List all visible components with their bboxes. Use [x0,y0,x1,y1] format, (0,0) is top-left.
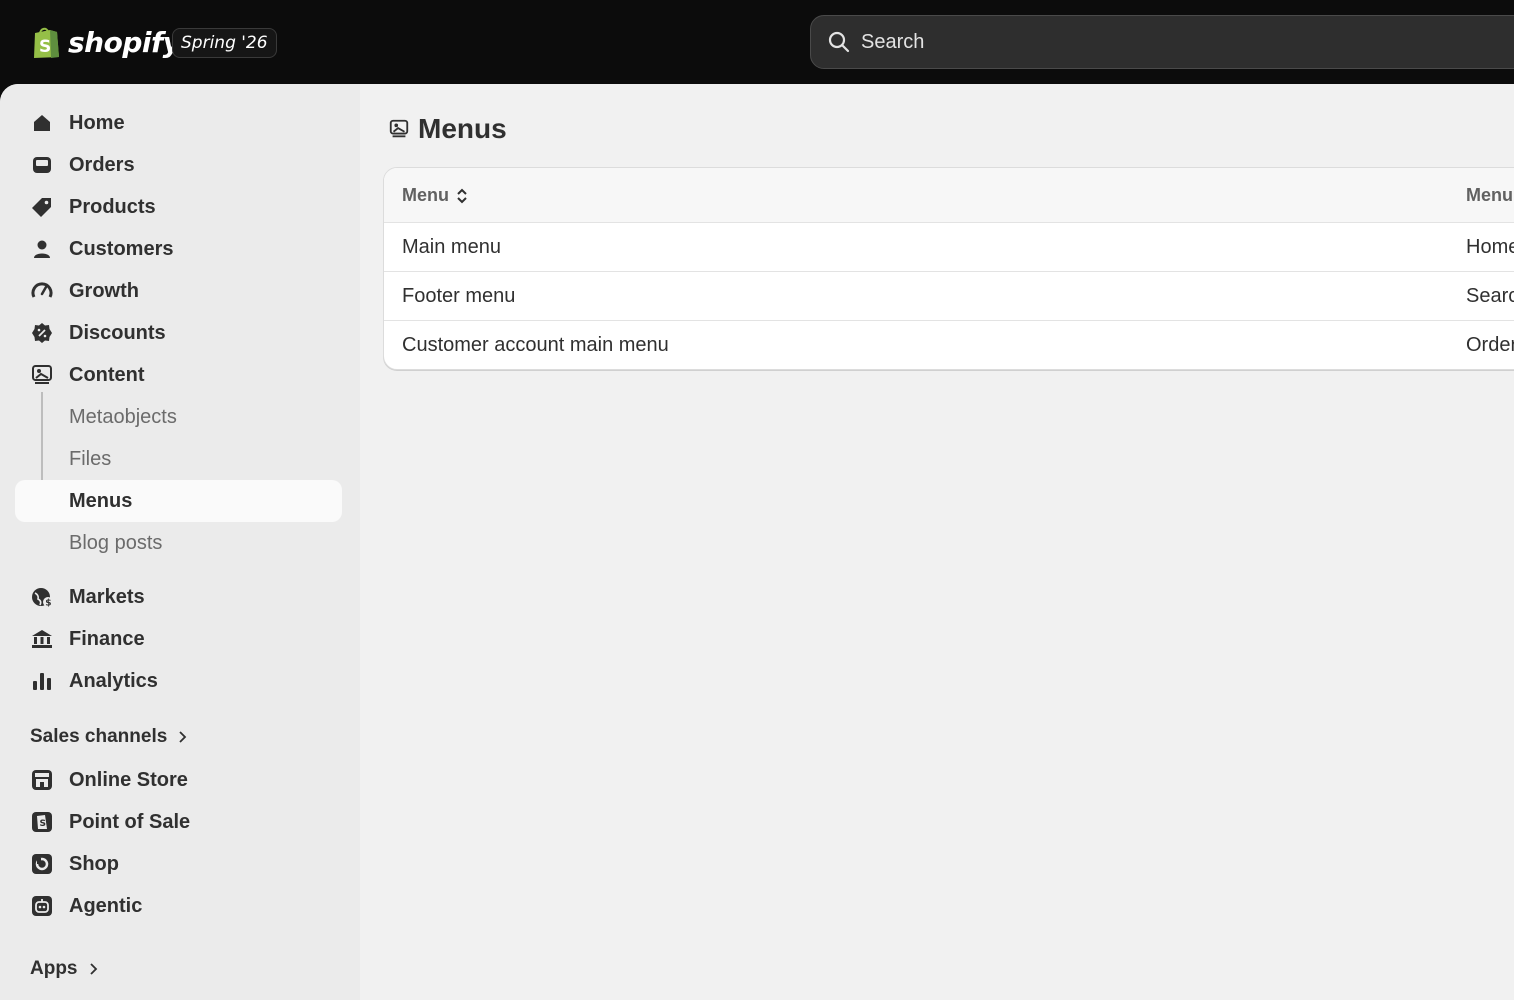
sidebar-item-label: Finance [69,628,145,650]
content-image-icon [32,365,52,384]
table-row[interactable]: Footer menu Search [384,272,1514,321]
sidebar-item-home[interactable]: Home [15,102,342,144]
sidebar-item-growth[interactable]: Growth [15,270,342,312]
sidebar-item-shop[interactable]: Shop [15,843,342,885]
sidebar-item-markets[interactable]: $ Markets [15,576,342,618]
sidebar-item-label: Menus [69,490,133,512]
person-icon [34,240,50,258]
sidebar-item-point-of-sale[interactable]: S Point of Sale [15,801,342,843]
brand-wordmark: shopify [68,25,181,59]
top-bar: S shopify Spring '26 Search [0,0,1514,84]
sidebar-item-agentic[interactable]: Agentic [15,885,342,927]
chevron-right-icon [179,731,187,743]
storefront-icon [32,770,52,790]
shopify-bag-icon: S [30,25,62,59]
sidebar-item-label: Content [69,364,145,386]
apps-label: Apps [30,958,78,979]
search-icon [828,31,850,53]
sidebar-item-discounts[interactable]: Discounts [15,312,342,354]
edition-badge[interactable]: Spring '26 [172,28,277,58]
sidebar-item-label: Shop [69,853,119,875]
sales-channels-label: Sales channels [30,726,168,747]
discount-badge-icon [32,323,52,343]
sidebar-item-label: Markets [69,586,145,608]
agentic-icon [32,896,52,916]
sidebar-item-label: Metaobjects [69,406,177,428]
sidebar-item-menus[interactable]: Menus [15,480,342,522]
svg-text:S: S [39,37,51,57]
sales-channels-heading[interactable]: Sales channels [30,722,189,752]
bar-chart-icon [33,673,51,690]
sidebar-item-label: Products [69,196,156,218]
sidebar-item-label: Growth [69,280,139,302]
page-title: Menus [418,113,507,144]
menu-items-cell: Home [1466,236,1514,258]
sort-icon [457,188,467,203]
bank-icon [32,630,52,648]
search-input[interactable]: Search [861,31,924,54]
chevron-right-icon [89,963,97,975]
menu-items-cell: Orders [1466,334,1514,356]
sidebar-item-products[interactable]: Products [15,186,342,228]
app-frame: Home Orders Products Customers Growth Di… [0,84,1514,1000]
sidebar-item-label: Files [69,448,112,470]
apps-heading[interactable]: Apps [30,954,100,984]
home-icon [34,115,50,131]
inbox-icon [33,157,51,173]
shop-app-icon [32,854,52,874]
search-bar[interactable]: Search [810,15,1514,69]
sidebar-item-metaobjects[interactable]: Metaobjects [15,396,342,438]
sidebar-item-label: Home [69,112,125,134]
menu-name-cell[interactable]: Footer menu [402,272,515,321]
page-header: Menus [388,112,507,146]
sidebar-item-content[interactable]: Content [15,354,342,396]
sidebar-item-label: Discounts [69,322,166,344]
column-header-label: Menu [402,185,449,205]
shopify-logo[interactable]: S shopify [30,24,181,60]
globe-icon: $ [32,588,53,609]
tag-icon [32,198,51,217]
column-header-menu-items: Menu [1466,185,1513,205]
menu-name-cell[interactable]: Main menu [402,223,501,272]
sidebar-item-label: Blog posts [69,532,163,554]
sidebar-item-label: Point of Sale [69,811,191,833]
sidebar-item-files[interactable]: Files [15,438,342,480]
sidebar-item-online-store[interactable]: Online Store [15,759,342,801]
table-row[interactable]: Main menu Home [384,223,1514,272]
table-header: Menu Menu [384,168,1514,223]
sidebar-item-finance[interactable]: Finance [15,618,342,660]
sidebar: Home Orders Products Customers Growth Di… [0,84,360,1000]
svg-text:$: $ [45,599,51,609]
gauge-icon [31,282,53,298]
sidebar-item-blog-posts[interactable]: Blog posts [15,522,342,564]
sidebar-item-analytics[interactable]: Analytics [15,660,342,702]
content-image-icon [389,119,409,138]
sidebar-item-orders[interactable]: Orders [15,144,342,186]
sidebar-item-label: Analytics [69,670,158,692]
svg-text:S: S [40,819,46,829]
column-header-menu[interactable]: Menu [402,168,469,223]
menus-table: Menu Menu Main menu Home Footer menu Sea… [383,167,1514,370]
sidebar-item-label: Online Store [69,769,188,791]
menu-items-cell: Search [1466,285,1514,307]
menu-name-cell[interactable]: Customer account main menu [402,321,669,369]
sidebar-item-label: Customers [69,238,174,260]
pos-icon: S [32,812,52,832]
table-row[interactable]: Customer account main menu Orders [384,321,1514,369]
sidebar-item-customers[interactable]: Customers [15,228,342,270]
sidebar-item-label: Agentic [69,895,143,917]
sidebar-item-label: Orders [69,154,135,176]
main-content: Menus Menu Menu Main menu Home Footer me… [360,84,1514,1000]
